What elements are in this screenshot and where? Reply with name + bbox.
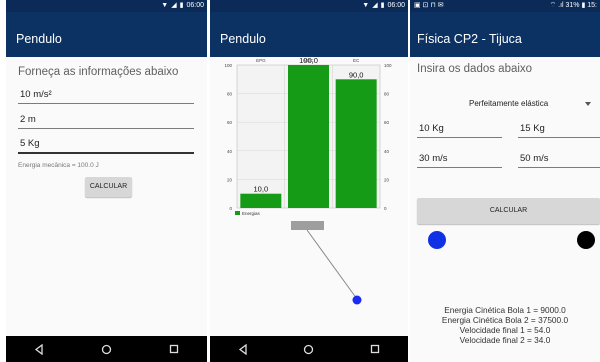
mass2-value: 15 Kg [520, 123, 545, 134]
battery-icon: ▮ [179, 2, 184, 9]
phone-screen-pendulo-form: ▼ ◢ ▮ 06:00 Pendulo Forneça as informaçõ… [6, 0, 207, 362]
status-bar: ▼ ◢ ▮ 06:00 [210, 0, 408, 12]
wifi-icon: ▼ [362, 1, 370, 9]
bar-value-label: 90,0 [349, 70, 364, 79]
notification-icons: ▣ ⊡ ⊓ ✉ [414, 2, 444, 9]
status-time: 06:00 [387, 1, 405, 9]
pendulum-bob [352, 295, 362, 305]
status-bar: ▣ ⊡ ⊓ ✉ ⌔ .ıl 31% ▮ 15: [410, 0, 600, 12]
calculate-button[interactable]: CALCULAR [85, 177, 132, 197]
status-right: ⌔ .ıl 31% ▮ 15: [549, 2, 597, 9]
bar-mec [288, 65, 329, 208]
app-title: Física CP2 - Tijuca [417, 32, 522, 46]
y-tick-label-left: 80 [227, 92, 233, 97]
ball-2 [577, 231, 595, 249]
y-tick-label-right: 100 [384, 63, 392, 68]
y-tick-label-right: 40 [384, 149, 390, 154]
final-velocity-2: Velocidade final 2 = 34.0 [459, 335, 551, 345]
phone-screen-pendulo-chart: ▼ ◢ ▮ 06:00 Pendulo 0 0 20 20 40 40 60 60 80 80 10… [210, 0, 408, 362]
battery-icon: ▮ [380, 2, 385, 9]
home-icon[interactable] [303, 344, 314, 355]
gravity-field[interactable]: 10 m/s² [18, 87, 194, 104]
final-velocity-1: Velocidade final 1 = 54.0 [459, 325, 551, 335]
pendulum-string [306, 229, 358, 300]
calculate-button[interactable]: CALCULAR [417, 198, 600, 224]
app-bar: Pendulo [6, 12, 207, 57]
signal-icon: ◢ [171, 2, 177, 9]
ball-1 [428, 231, 446, 249]
back-icon[interactable] [34, 343, 44, 355]
y-tick-label-right: 60 [384, 120, 390, 125]
app-title: Pendulo [220, 32, 266, 46]
y-tick-label-left: 60 [227, 120, 233, 125]
recents-icon[interactable] [169, 344, 179, 354]
bar-value-label: 10,0 [254, 185, 269, 194]
home-icon[interactable] [101, 344, 112, 355]
app-title: Pendulo [16, 32, 62, 46]
wifi-icon: ▼ [161, 1, 169, 9]
kinetic-energy-ball2: Energia Cinética Bola 2 = 37500.0 [441, 315, 569, 325]
legend-label: Energias [242, 211, 261, 216]
y-tick-label-right: 80 [384, 92, 390, 97]
status-bar: ▼ ◢ ▮ 06:00 [6, 0, 207, 12]
form-heading: Insira os dados abaixo [417, 63, 533, 75]
y-tick-label-right: 20 [384, 177, 390, 182]
x-category-label: EPG [256, 58, 266, 63]
velocity1-value: 30 m/s [419, 153, 448, 164]
velocity1-field[interactable]: 30 m/s [417, 151, 502, 168]
nav-bar [6, 336, 207, 362]
app-bar: Pendulo [210, 12, 408, 57]
energy-result: Energia mecânica = 100.0 J [18, 162, 99, 169]
height-value: 2 m [20, 114, 36, 125]
bar-ec [335, 79, 377, 208]
y-tick-label-left: 0 [229, 206, 232, 211]
y-tick-label-left: 100 [224, 63, 232, 68]
bar-value-label: 100,0 [299, 56, 318, 65]
status-time: 06:00 [186, 1, 204, 9]
app-bar: Física CP2 - Tijuca [410, 12, 600, 57]
form-heading: Forneça as informações abaixo [18, 66, 179, 78]
mass2-field[interactable]: 15 Kg [518, 121, 600, 138]
mass1-value: 10 Kg [419, 123, 444, 134]
gravity-value: 10 m/s² [20, 89, 52, 100]
kinetic-energy-ball1: Energia Cinética Bola 1 = 9000.0 [444, 305, 566, 315]
energy-bar-chart: 0 020 2040 4060 6080 80100 100EPG10,0MEC100,0 E… [224, 56, 392, 216]
bar-epg [240, 193, 282, 208]
signal-icon: ◢ [372, 2, 378, 9]
legend-swatch [235, 211, 240, 215]
mass-field[interactable]: 5 Kg [18, 137, 194, 154]
nav-bar [210, 336, 408, 362]
velocity2-value: 50 m/s [520, 153, 549, 164]
height-field[interactable]: 2 m [18, 112, 194, 129]
y-tick-label-left: 20 [227, 177, 233, 182]
y-tick-label-left: 40 [227, 149, 233, 154]
dropdown-arrow-icon[interactable] [585, 102, 591, 106]
x-category-label: EC [353, 58, 360, 63]
velocity2-field[interactable]: 50 m/s [518, 151, 600, 168]
mass-value: 5 Kg [20, 138, 40, 149]
y-tick-label-right: 0 [384, 206, 387, 211]
collision-type-dropdown[interactable]: Perfeitamente elástica [469, 99, 548, 108]
recents-icon[interactable] [370, 344, 380, 354]
phone-screen-colisao: ▣ ⊡ ⊓ ✉ ⌔ .ıl 31% ▮ 15: Física CP2 - Tij… [410, 0, 600, 362]
back-icon[interactable] [238, 343, 248, 355]
pendulum-drawing [306, 229, 362, 305]
mass1-field[interactable]: 10 Kg [417, 121, 502, 138]
